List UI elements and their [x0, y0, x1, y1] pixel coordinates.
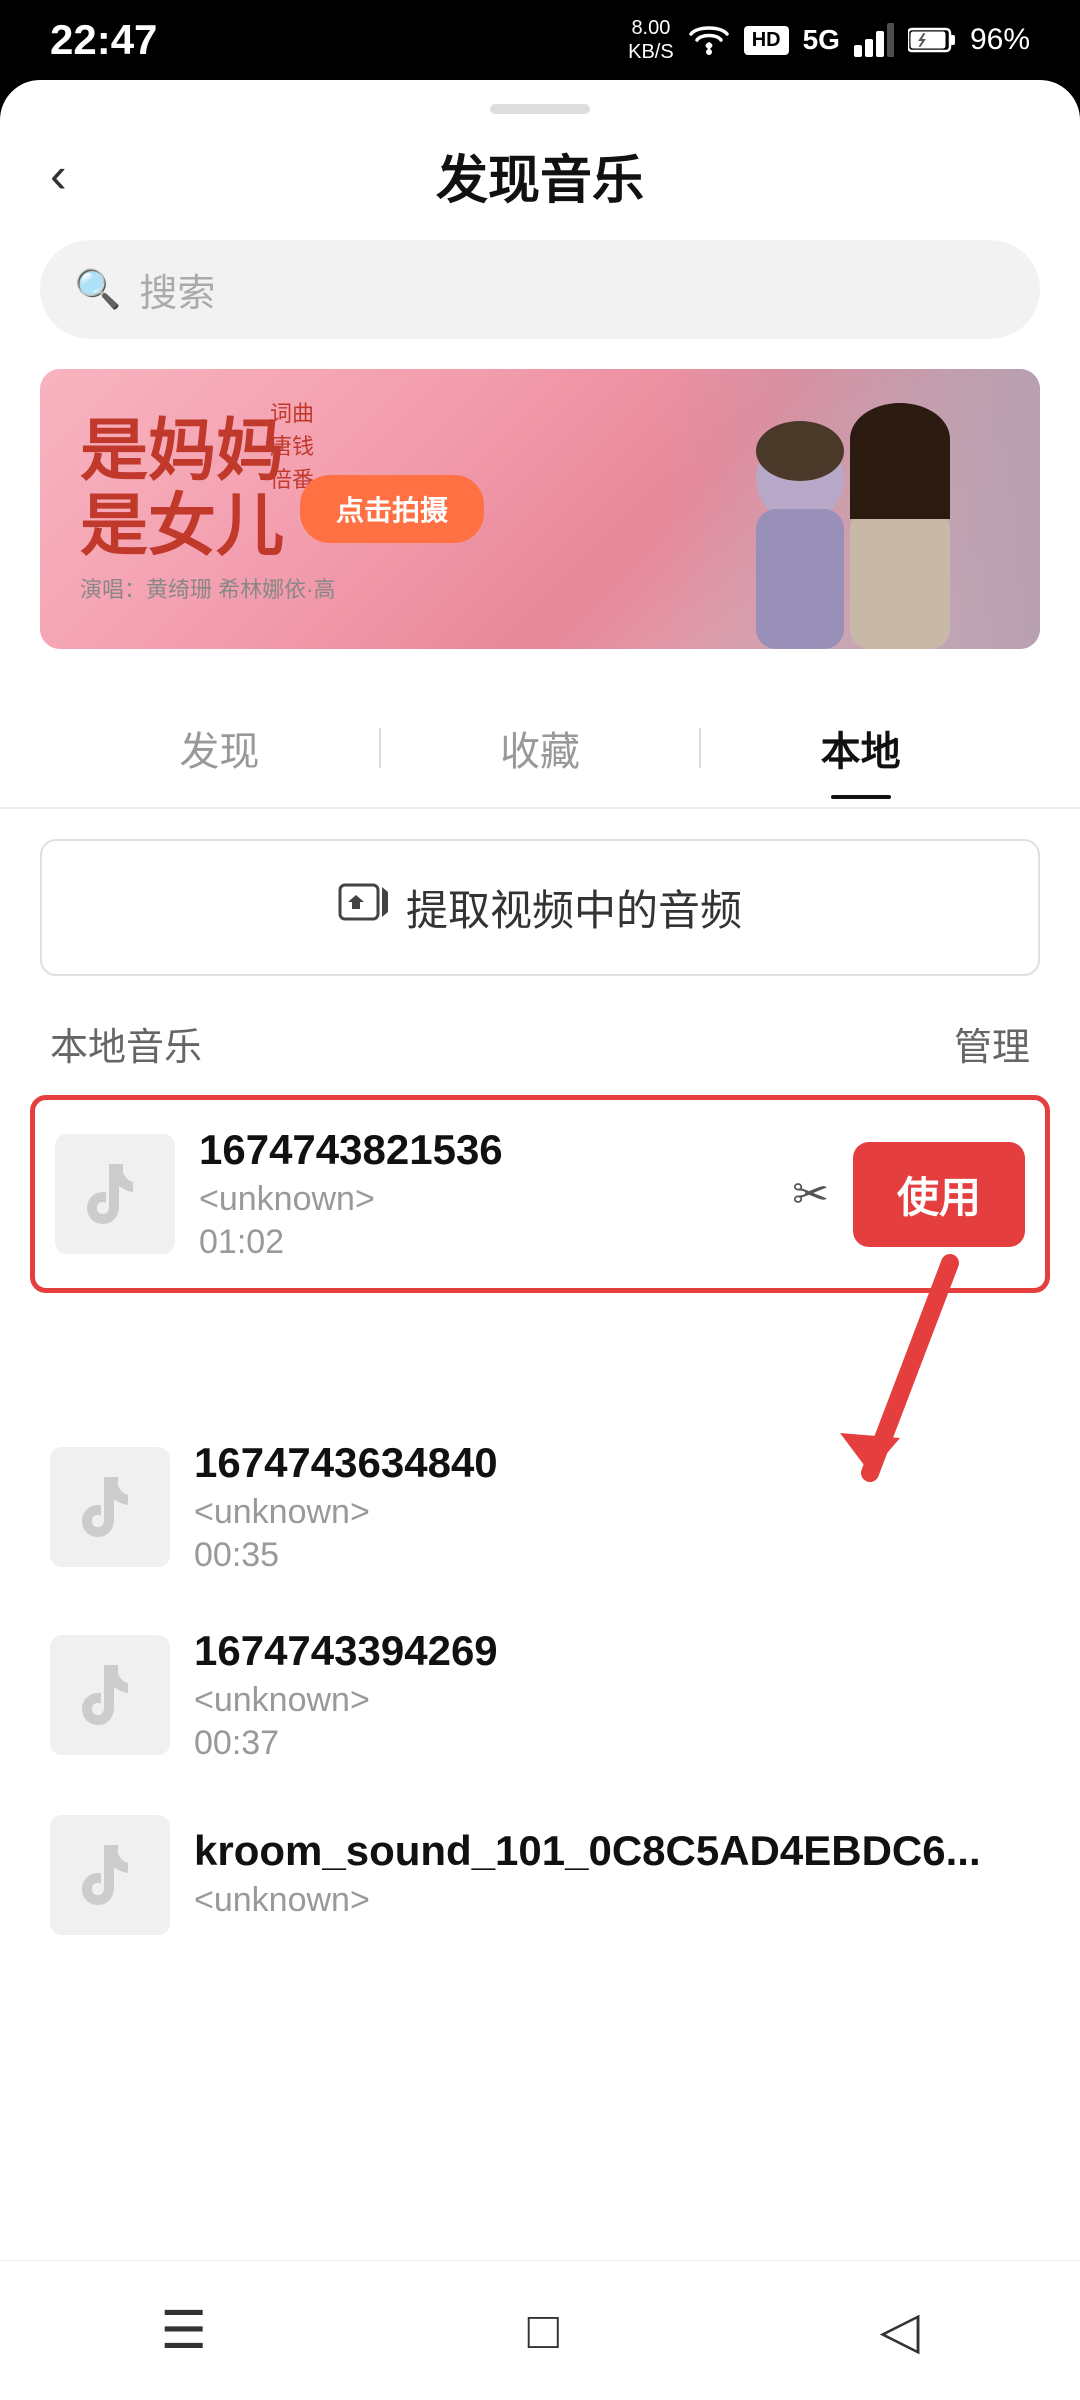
music-artist-1: <unknown>: [199, 1180, 768, 1219]
page-header: ‹ 发现音乐: [0, 130, 1080, 230]
use-button-1[interactable]: 使用: [853, 1142, 1025, 1247]
section-title: 本地音乐: [50, 1016, 202, 1071]
home-nav-button[interactable]: □: [528, 2301, 559, 2361]
extract-label: 提取视频中的音频: [406, 877, 742, 938]
music-artist-3: <unknown>: [194, 1681, 1030, 1720]
extract-audio-button[interactable]: 提取视频中的音频: [40, 839, 1040, 976]
trim-button-1[interactable]: ✂: [792, 1169, 829, 1220]
5g-icon: 5G: [803, 24, 840, 56]
music-info-1: 1674743821536 <unknown> 01:02: [199, 1126, 768, 1262]
video-extract-icon: [338, 877, 388, 927]
status-time: 22:47: [50, 16, 157, 64]
banner-text: 是妈妈 是女儿 演唱：黄绮珊 希林娜依·高: [40, 384, 1040, 634]
battery-percent: 96%: [970, 23, 1030, 57]
drag-handle: [0, 80, 1080, 130]
battery-icon: [908, 26, 956, 54]
network-speed: 8.00 KB/S: [628, 16, 674, 64]
tab-bar: 发现 收藏 本地: [0, 689, 1080, 809]
music-item-3: 1674743394269 <unknown> 00:37: [30, 1601, 1050, 1789]
music-thumb-1: [55, 1134, 175, 1254]
music-thumb-4: [50, 1815, 170, 1935]
status-icons: 8.00 KB/S HD 5G 96%: [628, 16, 1030, 64]
tiktok-logo-1: [79, 1158, 151, 1230]
music-duration-3: 00:37: [194, 1724, 1030, 1763]
manage-button[interactable]: 管理: [954, 1016, 1030, 1071]
back-button[interactable]: ‹: [50, 150, 67, 200]
banner-line2: 是女儿: [80, 489, 1000, 564]
music-artist-4: <unknown>: [194, 1881, 1030, 1920]
drag-bar: [490, 104, 590, 114]
signal-icon: [854, 23, 894, 57]
search-icon: 🔍: [74, 268, 121, 312]
hd-badge: HD: [744, 26, 789, 55]
search-input[interactable]: 搜索: [139, 262, 215, 317]
tab-discover[interactable]: 发现: [60, 699, 379, 797]
tiktok-logo-2: [74, 1471, 146, 1543]
music-name-4: kroom_sound_101_0C8C5AD4EBDC6...: [194, 1827, 1030, 1875]
tab-local[interactable]: 本地: [701, 699, 1020, 797]
music-name-1: 1674743821536: [199, 1126, 768, 1174]
page-title: 发现音乐: [436, 138, 644, 213]
music-thumb-3: [50, 1635, 170, 1755]
extract-icon: [338, 877, 388, 938]
tab-collection[interactable]: 收藏: [381, 699, 700, 797]
main-card: ‹ 发现音乐 🔍 搜索 是妈妈 是女儿 演唱：黄绮珊 希林娜依·高 词曲 唐钱 …: [0, 80, 1080, 2400]
status-bar: 22:47 8.00 KB/S HD 5G 96: [0, 0, 1080, 80]
tiktok-logo-3: [74, 1659, 146, 1731]
search-bar[interactable]: 🔍 搜索: [40, 240, 1040, 339]
music-list: 1674743821536 <unknown> 01:02 ✂ 使用: [0, 1095, 1080, 1961]
back-nav-button[interactable]: ◁: [880, 2301, 920, 2361]
music-thumb-2: [50, 1447, 170, 1567]
local-music-header: 本地音乐 管理: [0, 1016, 1080, 1095]
music-item-1-wrapper: 1674743821536 <unknown> 01:02 ✂ 使用: [30, 1095, 1050, 1293]
bottom-nav: ☰ □ ◁: [0, 2260, 1080, 2400]
music-duration-1: 01:02: [199, 1223, 768, 1262]
wifi-icon: [688, 22, 730, 58]
music-actions-1: ✂ 使用: [792, 1142, 1025, 1247]
music-item-4: kroom_sound_101_0C8C5AD4EBDC6... <unknow…: [30, 1789, 1050, 1961]
banner-line1: 是妈妈: [80, 414, 1000, 489]
music-name-3: 1674743394269: [194, 1627, 1030, 1675]
arrow-indicator: [810, 1253, 990, 1513]
music-info-3: 1674743394269 <unknown> 00:37: [194, 1627, 1030, 1763]
music-info-4: kroom_sound_101_0C8C5AD4EBDC6... <unknow…: [194, 1827, 1030, 1924]
menu-nav-button[interactable]: ☰: [160, 2301, 207, 2361]
promo-banner[interactable]: 是妈妈 是女儿 演唱：黄绮珊 希林娜依·高 词曲 唐钱 倍番 点击拍摄: [40, 369, 1040, 649]
music-duration-2: 00:35: [194, 1536, 1030, 1575]
banner-subtitle: 演唱：黄绮珊 希林娜依·高: [80, 572, 1000, 604]
tiktok-logo-4: [74, 1839, 146, 1911]
